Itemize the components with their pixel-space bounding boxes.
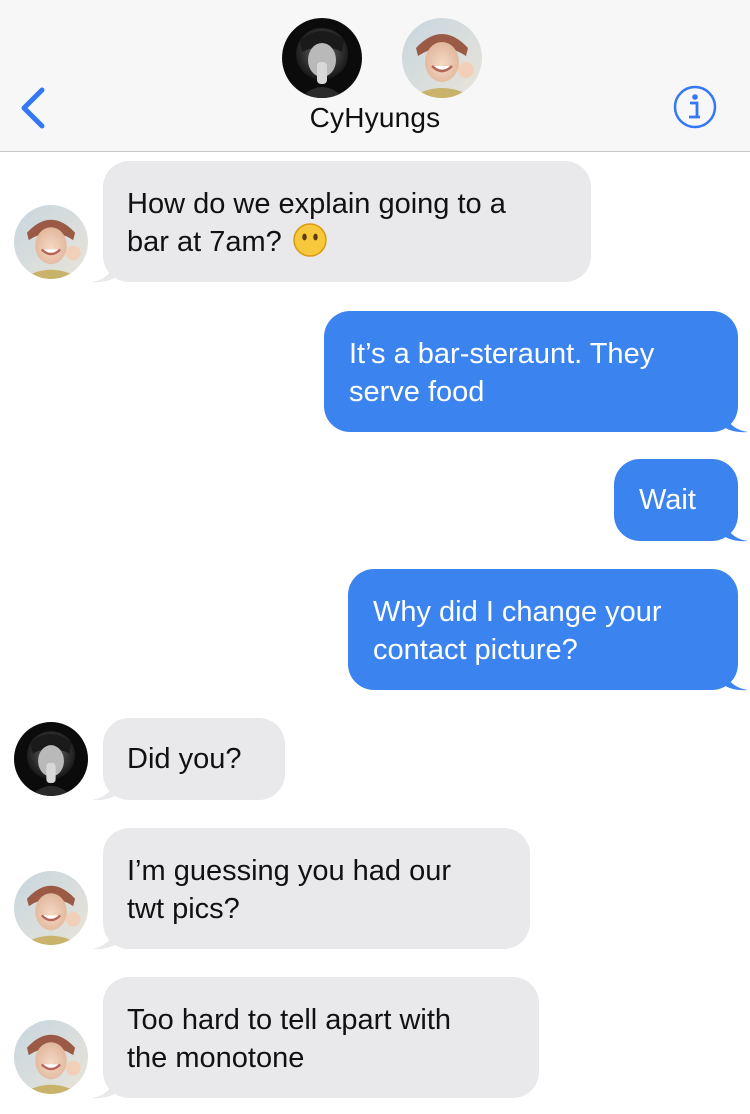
message-text-line: the monotone (127, 1042, 305, 1074)
bubble-tail (92, 925, 120, 950)
message-bubble-outgoing[interactable]: Wait (614, 459, 738, 541)
message-bubble-incoming[interactable]: How do we explain going to a bar at 7am? (103, 161, 591, 282)
message-bubble-incoming[interactable]: I’m guessing you had our twt pics? (103, 828, 530, 949)
info-button[interactable] (672, 84, 718, 130)
sender-avatar-hobi (14, 871, 88, 945)
message-text-line: How do we explain going to a (127, 188, 506, 220)
bubble-tail (722, 666, 748, 691)
message-text-line: bar at 7am? (127, 223, 328, 261)
sender-avatar-hobi (14, 1020, 88, 1094)
message-bubble-outgoing[interactable]: It’s a bar-steraunt. They serve food (324, 311, 738, 432)
bubble-tail (722, 517, 748, 542)
message-text-line: twt pics? (127, 893, 240, 925)
message-text-line: I’m guessing you had our (127, 855, 452, 887)
message-bubble-outgoing[interactable]: Why did I change your contact picture? (348, 569, 738, 690)
info-circle-icon (673, 85, 717, 129)
sender-avatar-dark (14, 722, 88, 796)
no-mouth-face-emoji-icon (293, 223, 327, 258)
bubble-tail (92, 1074, 120, 1099)
sender-avatar-hobi (14, 205, 88, 279)
group-member-avatar-dark[interactable] (282, 18, 362, 98)
message-text-line: Why did I change your (373, 596, 662, 628)
bubble-tail (92, 776, 120, 801)
bubble-tail (92, 258, 120, 283)
message-bubble-incoming[interactable]: Too hard to tell apart with the monotone (103, 977, 539, 1098)
bubble-tail (722, 408, 748, 433)
conversation-header: CyHyungs (0, 0, 750, 152)
conversation-title[interactable]: CyHyungs (0, 102, 750, 134)
message-text-line: Wait (639, 484, 696, 516)
message-text-line: serve food (349, 376, 485, 408)
group-member-avatar-hobi[interactable] (402, 18, 482, 98)
message-text-line: It’s a bar-steraunt. They (349, 338, 655, 370)
message-text-line: Too hard to tell apart with (127, 1004, 452, 1036)
message-bubble-incoming[interactable]: Did you? (103, 718, 285, 800)
message-text-line: Did you? (127, 743, 242, 775)
message-text-line: contact picture? (373, 634, 578, 666)
